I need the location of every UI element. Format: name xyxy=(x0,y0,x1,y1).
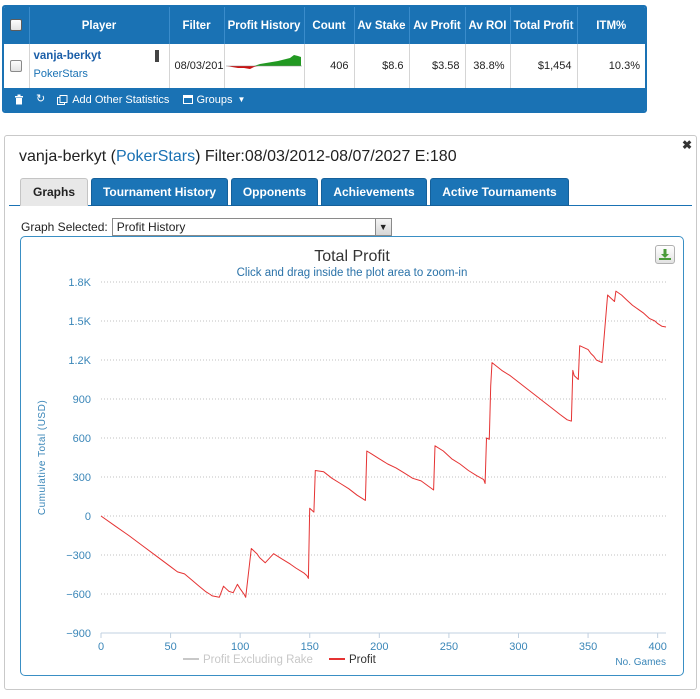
x-tick-label: 300 xyxy=(509,641,527,653)
legend-item-profit[interactable]: Profit xyxy=(329,654,377,666)
graph-select-value: Profit History xyxy=(116,220,186,234)
y-tick-label: −900 xyxy=(66,628,91,640)
x-tick-label: 150 xyxy=(301,641,319,653)
chevron-down-icon: ▼ xyxy=(237,95,246,104)
add-other-statistics-button[interactable]: Add Other Statistics xyxy=(57,94,169,106)
y-axis-label: Cumulative Total (USD) xyxy=(37,400,48,515)
stats-header-row: Player Filter Profit History Count Av St… xyxy=(4,7,645,44)
trash-icon xyxy=(15,94,23,105)
sparkline-negative-area xyxy=(227,66,258,69)
panel-title-player: vanja-berkyt xyxy=(19,148,107,165)
panel-title-filter: Filter:08/03/2012-08/07/2027 E:180 xyxy=(204,148,457,165)
player-cell: vanja-berkyt PokerStars xyxy=(29,44,170,88)
x-tick-label: 50 xyxy=(164,641,176,653)
groups-icon xyxy=(183,95,194,104)
groups-dropdown[interactable]: Groups ▼ xyxy=(183,94,245,106)
stats-grid: Player Filter Profit History Count Av St… xyxy=(4,7,645,88)
x-tick-label: 350 xyxy=(579,641,597,653)
row-checkbox[interactable] xyxy=(4,44,30,88)
graph-select-row: Graph Selected: Profit History ▼ xyxy=(21,218,392,236)
player-detail-panel: ✖ vanja-berkyt (PokerStars) Filter:08/03… xyxy=(4,135,697,690)
column-header-filter[interactable]: Filter xyxy=(169,7,225,44)
chart-legend: Profit Excluding Rake Profit xyxy=(183,654,377,666)
y-tick-label: 1.5K xyxy=(68,316,91,328)
add-stats-icon xyxy=(57,94,68,105)
panel-title: vanja-berkyt (PokerStars) Filter:08/03/2… xyxy=(19,148,457,166)
column-header-profit-history[interactable]: Profit History xyxy=(224,7,305,44)
legend-label: Profit xyxy=(349,654,377,666)
player-stats-table: Player Filter Profit History Count Av St… xyxy=(2,5,647,113)
y-tick-label: −600 xyxy=(66,589,91,601)
x-tick-label: 200 xyxy=(370,641,388,653)
x-axis-label: No. Games xyxy=(615,657,666,668)
profit-chart[interactable]: Total Profit Click and drag inside the p… xyxy=(20,236,684,676)
av-stake-cell: $8.6 xyxy=(354,44,410,88)
graph-selected-label: Graph Selected: xyxy=(21,220,108,234)
player-site-link[interactable]: PokerStars xyxy=(34,68,88,80)
player-marker-icon xyxy=(154,50,159,62)
tab-graphs[interactable]: Graphs xyxy=(20,178,88,206)
column-header-av-profit[interactable]: Av Profit xyxy=(409,7,466,44)
panel-tabs: Graphs Tournament History Opponents Achi… xyxy=(9,176,692,206)
y-tick-label: 1.8K xyxy=(68,277,91,289)
tab-opponents[interactable]: Opponents xyxy=(231,178,318,206)
grid-lines xyxy=(101,281,666,634)
column-header-count[interactable]: Count xyxy=(304,7,355,44)
chart-canvas: Total Profit Click and drag inside the p… xyxy=(37,248,667,668)
y-tick-label: 600 xyxy=(73,433,91,445)
column-header-player[interactable]: Player xyxy=(29,7,170,44)
add-other-statistics-label: Add Other Statistics xyxy=(72,93,170,106)
itm-cell: 10.3% xyxy=(608,60,640,72)
y-tick-label: 300 xyxy=(73,472,91,484)
x-tick-label: 400 xyxy=(648,641,666,653)
column-header-itm[interactable]: ITM% xyxy=(577,7,645,44)
panel-title-site-close: ) xyxy=(195,148,201,165)
profit-history-sparkline xyxy=(226,55,302,69)
close-icon[interactable]: ✖ xyxy=(682,138,692,152)
select-all-checkbox[interactable] xyxy=(4,7,30,44)
legend-label: Profit Excluding Rake xyxy=(203,654,313,666)
player-name-link[interactable]: vanja-berkyt xyxy=(34,50,102,62)
x-tick-label: 100 xyxy=(231,641,249,653)
av-roi-cell: 38.8% xyxy=(465,44,511,88)
tab-active-tournaments[interactable]: Active Tournaments xyxy=(430,178,569,206)
y-tick-label: −300 xyxy=(66,550,91,562)
series-line-profit[interactable] xyxy=(100,290,667,598)
chart-subtitle: Click and drag inside the plot area to z… xyxy=(237,267,468,279)
count-cell: 406 xyxy=(304,44,355,88)
column-header-total-profit[interactable]: Total Profit xyxy=(510,7,578,44)
sparkline-positive-area xyxy=(254,55,301,66)
legend-item-profit-excluding-rake[interactable]: Profit Excluding Rake xyxy=(183,654,313,666)
av-profit-cell: $3.58 xyxy=(409,44,466,88)
x-tick-label: 250 xyxy=(440,641,458,653)
delete-button[interactable] xyxy=(14,94,24,105)
tab-tournament-history[interactable]: Tournament History xyxy=(91,178,228,206)
chart-title: Total Profit xyxy=(314,248,390,265)
refresh-icon: ↻ xyxy=(36,93,46,105)
y-tick-label: 900 xyxy=(73,394,91,406)
graph-select-dropdown[interactable]: Profit History ▼ xyxy=(111,218,392,236)
series-layer xyxy=(100,290,667,598)
refresh-button[interactable]: ↻ xyxy=(36,94,45,105)
profit-history-cell xyxy=(224,44,305,88)
column-header-av-stake[interactable]: Av Stake xyxy=(354,7,410,44)
stats-toolbar: ↻ Add Other Statistics Groups ▼ xyxy=(4,88,645,111)
y-tick-label: 0 xyxy=(85,511,91,523)
panel-title-site-link[interactable]: PokerStars xyxy=(116,148,195,165)
filter-cell: 08/03/2012 xyxy=(169,44,225,88)
groups-label: Groups xyxy=(196,93,233,106)
chevron-down-icon: ▼ xyxy=(374,219,391,235)
x-tick-label: 0 xyxy=(98,641,104,653)
column-header-av-roi[interactable]: Av ROI xyxy=(465,7,511,44)
table-row: vanja-berkyt PokerStars 08/03/2012 406 $… xyxy=(4,44,645,88)
total-profit-cell: $1,454 xyxy=(510,44,578,88)
tab-achievements[interactable]: Achievements xyxy=(321,178,427,206)
y-tick-label: 1.2K xyxy=(68,355,91,367)
